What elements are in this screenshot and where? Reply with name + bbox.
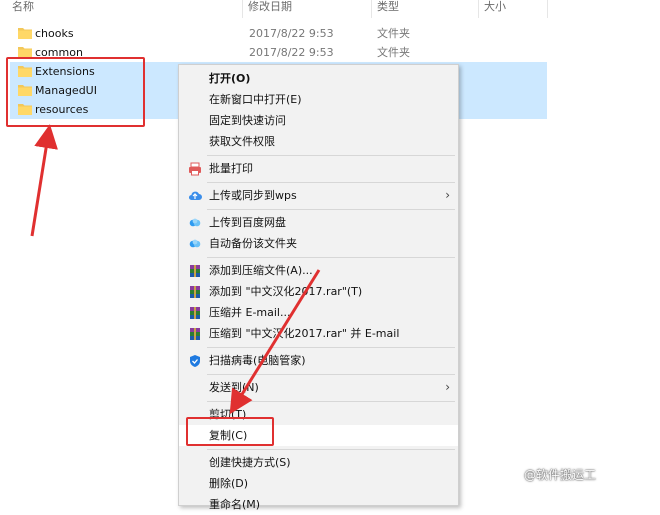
column-divider[interactable] [478, 0, 479, 18]
menu-item-compress-rar-email[interactable]: 压缩到 "中文汉化2017.rar" 并 E-mail [179, 323, 458, 344]
column-header: 名称 修改日期 类型 大小 [0, 0, 548, 18]
arrow-to-folders [30, 124, 58, 237]
column-type[interactable]: 类型 [373, 0, 399, 17]
cloud-upload-icon [188, 191, 202, 201]
menu-item-delete[interactable]: 删除(D) [179, 473, 458, 494]
watermark: @软件搬运工 [524, 468, 597, 482]
menu-separator [207, 182, 455, 183]
winrar-icon [190, 307, 200, 319]
menu-item-auto-backup[interactable]: 自动备份该文件夹 [179, 233, 458, 254]
menu-item-label: 获取文件权限 [209, 135, 275, 148]
file-date: 2017/8/22 9:53 [249, 27, 334, 40]
menu-item-label: 添加到压缩文件(A)... [209, 264, 313, 277]
menu-item-label: 添加到 "中文汉化2017.rar"(T) [209, 285, 363, 298]
column-divider[interactable] [547, 0, 548, 18]
file-type: 文件夹 [377, 46, 410, 59]
menu-separator [207, 401, 455, 402]
menu-item-create-shortcut[interactable]: 创建快捷方式(S) [179, 452, 458, 473]
file-name: chooks [35, 27, 74, 40]
folder-icon [18, 28, 32, 39]
menu-item-label: 自动备份该文件夹 [209, 237, 297, 250]
menu-separator [207, 155, 455, 156]
menu-item-add-archive[interactable]: 添加到压缩文件(A)... [179, 260, 458, 281]
menu-item-upload-baidu[interactable]: 上传到百度网盘 [179, 212, 458, 233]
baidu-netdisk-icon [189, 239, 201, 248]
file-date: 2017/8/22 9:53 [249, 46, 334, 59]
menu-item-upload-wps[interactable]: 上传或同步到wps › [179, 185, 458, 206]
menu-item-label: 上传或同步到wps [209, 189, 297, 202]
menu-item-label: 批量打印 [209, 162, 253, 175]
menu-separator [207, 257, 455, 258]
menu-item-send-to[interactable]: 发送到(N) › [179, 377, 458, 398]
file-row-chooks[interactable]: chooks 2017/8/22 9:53 文件夹 [10, 24, 547, 43]
shield-icon [190, 355, 200, 367]
menu-separator [207, 209, 455, 210]
menu-item-label: 扫描病毒(电脑管家) [209, 354, 306, 367]
winrar-icon [190, 265, 200, 277]
menu-item-rename[interactable]: 重命名(M) [179, 494, 458, 515]
menu-item-scan-virus[interactable]: 扫描病毒(电脑管家) [179, 350, 458, 371]
menu-separator [207, 449, 455, 450]
column-name[interactable]: 名称 [8, 0, 34, 17]
column-divider[interactable] [371, 0, 372, 18]
menu-item-open[interactable]: 打开(O) [179, 68, 458, 89]
menu-item-add-to-rar[interactable]: 添加到 "中文汉化2017.rar"(T) [179, 281, 458, 302]
menu-item-label: 固定到快速访问 [209, 114, 286, 127]
copy-highlight-box [186, 417, 274, 446]
menu-item-get-permission[interactable]: 获取文件权限 [179, 131, 458, 152]
menu-item-label: 在新窗口中打开(E) [209, 93, 302, 106]
menu-item-open-new-window[interactable]: 在新窗口中打开(E) [179, 89, 458, 110]
menu-item-label: 删除(D) [209, 477, 249, 490]
file-type: 文件夹 [377, 27, 410, 40]
menu-item-batch-print[interactable]: 批量打印 [179, 158, 458, 179]
menu-item-label: 重命名(M) [209, 498, 261, 511]
selection-highlight-box [6, 57, 145, 127]
winrar-icon [190, 286, 200, 298]
menu-item-label: 创建快捷方式(S) [209, 456, 291, 469]
menu-separator [207, 347, 455, 348]
menu-item-label: 上传到百度网盘 [209, 216, 286, 229]
column-divider[interactable] [242, 0, 243, 18]
printer-icon [189, 162, 201, 176]
menu-item-label: 压缩到 "中文汉化2017.rar" 并 E-mail [209, 327, 400, 340]
chevron-right-icon: › [445, 188, 450, 202]
menu-separator [207, 374, 455, 375]
column-size[interactable]: 大小 [480, 0, 506, 17]
winrar-icon [190, 328, 200, 340]
menu-item-label: 发送到(N) [209, 381, 259, 394]
baidu-netdisk-icon [189, 218, 201, 227]
chevron-right-icon: › [445, 380, 450, 394]
menu-item-compress-email[interactable]: 压缩并 E-mail... [179, 302, 458, 323]
menu-item-label: 压缩并 E-mail... [209, 306, 291, 319]
menu-item-label: 打开(O) [209, 72, 251, 85]
menu-item-pin-quick-access[interactable]: 固定到快速访问 [179, 110, 458, 131]
column-date[interactable]: 修改日期 [244, 0, 292, 17]
